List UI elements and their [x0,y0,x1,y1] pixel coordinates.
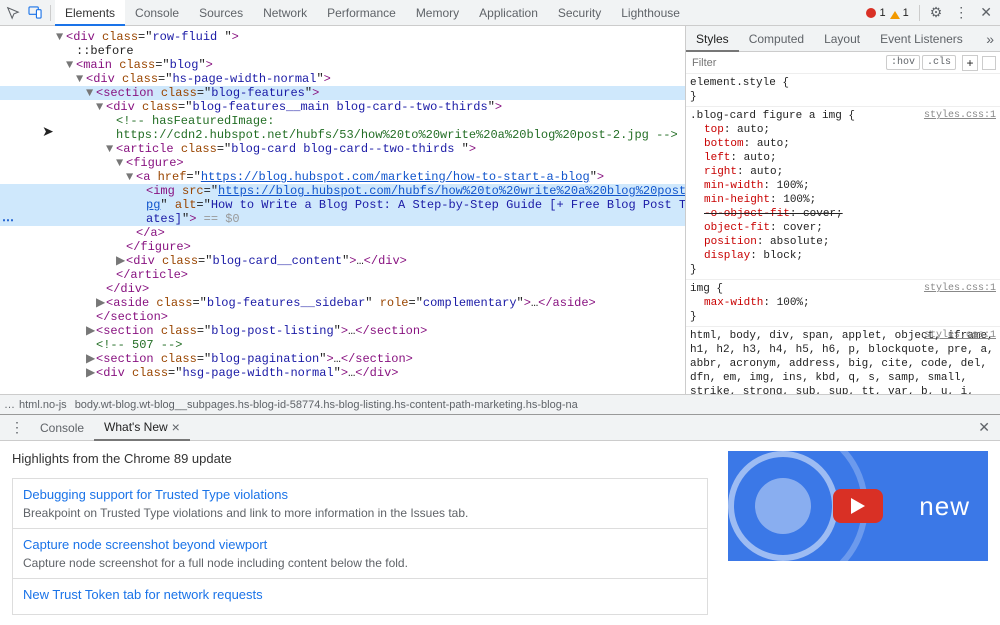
whats-new-item[interactable]: Capture node screenshot beyond viewport … [12,529,708,579]
collapsed-ellipsis-icon: ⋯ [2,214,14,228]
tab-elements[interactable]: Elements [55,0,125,26]
warning-icon [890,6,900,19]
error-count: 1 [879,7,885,19]
tab-security[interactable]: Security [548,0,611,26]
rule-source-link[interactable]: styles.css:1 [924,282,996,296]
whats-new-headline: Highlights from the Chrome 89 update [12,451,708,466]
crumb-ellipsis-icon[interactable]: … [4,399,15,411]
cursor-icon: ➤ [42,126,54,140]
inspect-icon[interactable] [2,2,24,24]
drawer-close-icon[interactable]: ✕ [972,419,996,436]
selected-node-indicator: == $0 [204,212,240,226]
drawer-tab-whats-new[interactable]: What's New × [94,415,190,441]
thumb-text: new [919,491,970,522]
styles-tab-computed[interactable]: Computed [739,26,814,52]
img-alt-value: How to Write a Blog Post: A Step-by-Step… [211,198,685,212]
warning-count: 1 [903,7,909,19]
tab-sources[interactable]: Sources [189,0,253,26]
styles-filter-input[interactable] [686,57,886,69]
whats-new-item[interactable]: Debugging support for Trusted Type viola… [12,478,708,529]
img-src-link[interactable]: https://blog.hubspot.com/hubfs/how%20to%… [218,184,685,198]
rule-element-style[interactable]: element.style { [690,76,996,90]
styles-tab-styles[interactable]: Styles [686,26,739,52]
drawer-menu-icon[interactable]: ⋮ [4,419,30,436]
rule-source-link[interactable]: styles.css:1 [924,109,996,123]
more-tabs-icon[interactable]: » [980,31,1000,47]
close-tab-icon[interactable]: × [172,414,180,440]
devtools-toolbar: Elements Console Sources Network Perform… [0,0,1000,26]
hov-toggle[interactable]: :hov [886,55,920,70]
crumb-html[interactable]: html.no-js [15,399,71,411]
issue-counter[interactable]: 1 1 [860,6,914,19]
tab-lighthouse[interactable]: Lighthouse [611,0,690,26]
settings-icon[interactable]: ⚙ [924,4,949,21]
rule-source-link[interactable]: styles.css:1 [924,329,996,343]
tab-performance[interactable]: Performance [317,0,406,26]
close-devtools-icon[interactable]: ✕ [974,4,998,21]
anchor-href-link[interactable]: https://blog.hubspot.com/marketing/how-t… [201,170,590,184]
tab-memory[interactable]: Memory [406,0,469,26]
device-toggle-icon[interactable] [24,2,46,24]
dom-breadcrumbs[interactable]: … html.no-js body.wt-blog.wt-blog__subpa… [0,394,1000,414]
device-mode-icon[interactable] [982,56,996,70]
tab-application[interactable]: Application [469,0,548,26]
dom-comment: <!-- hasFeaturedImage: [116,114,274,128]
drawer-tab-console[interactable]: Console [30,415,94,441]
styles-tab-layout[interactable]: Layout [814,26,870,52]
crumb-body[interactable]: body.wt-blog.wt-blog__subpages.hs-blog-i… [71,399,582,411]
play-icon [833,489,883,523]
tab-console[interactable]: Console [125,0,189,26]
whats-new-video-thumb[interactable]: new [728,451,988,561]
styles-pane: Styles Computed Layout Event Listeners »… [685,26,1000,394]
cls-toggle[interactable]: .cls [922,55,956,70]
styles-tab-event-listeners[interactable]: Event Listeners [870,26,973,52]
more-icon[interactable]: ⋮ [948,4,974,21]
add-rule-button[interactable]: + [962,55,978,71]
tab-network[interactable]: Network [253,0,317,26]
whats-new-item[interactable]: New Trust Token tab for network requests [12,579,708,615]
pseudo-before: ::before [76,44,134,58]
error-icon [866,8,876,18]
elements-tree[interactable]: ➤ ⋯ ▼<div class="row-fluid "> ::before ▼… [0,26,685,394]
